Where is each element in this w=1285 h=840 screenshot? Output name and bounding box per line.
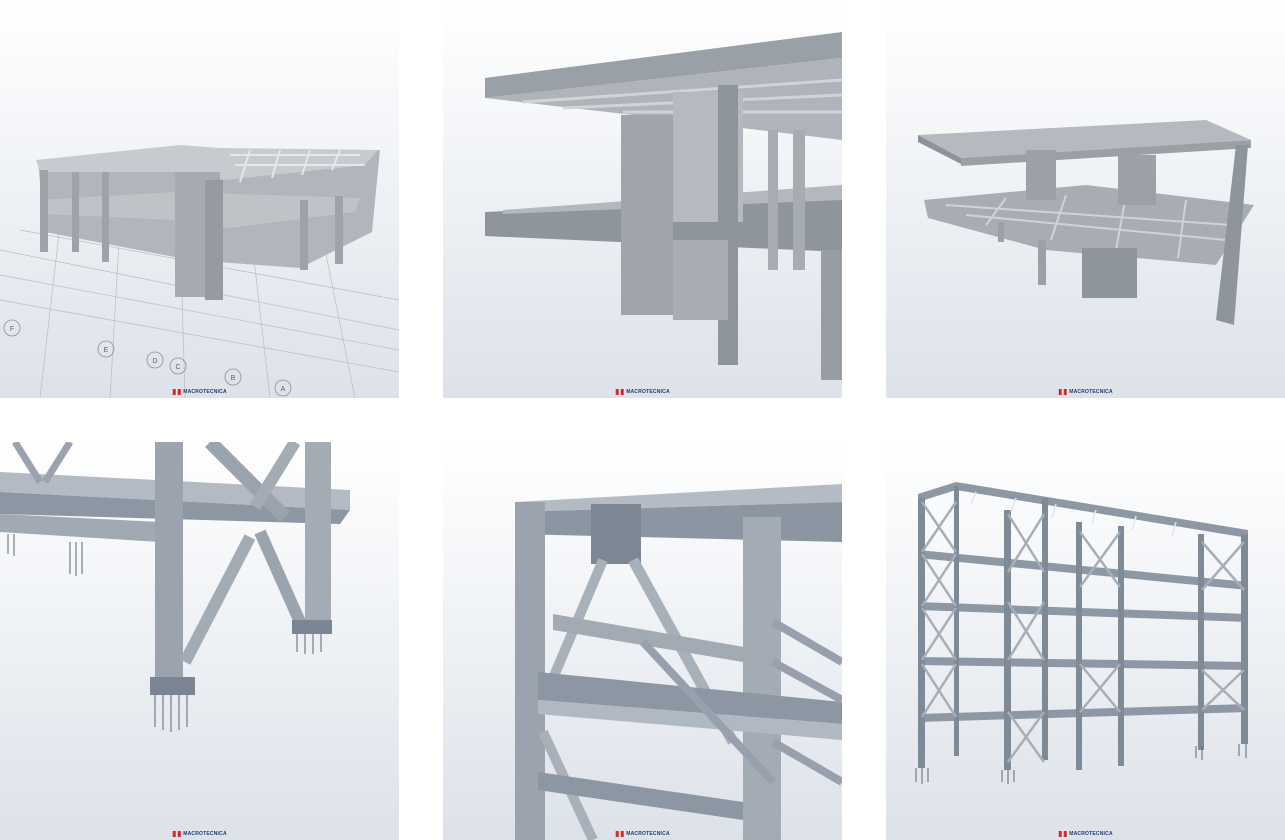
brand-logo-icon (615, 389, 624, 395)
brand-logo-icon (172, 389, 181, 395)
brand-logo-text: MACROTECNICA (626, 831, 670, 837)
render-panel-6: MACROTECNICA (886, 442, 1285, 840)
brand-logo: MACROTECNICA (615, 389, 670, 395)
concrete-slab-structure-render (918, 120, 1254, 325)
brand-logo: MACROTECNICA (172, 389, 227, 395)
brand-logo-text: MACROTECNICA (183, 389, 227, 395)
render-panel-1: F E D C B A MACROTECNICA (0, 0, 399, 398)
concrete-frame-on-plan-render: F E D C B A (0, 145, 399, 398)
concrete-slab-closeup-render (485, 32, 842, 380)
grid-label-b: B (231, 375, 236, 382)
brand-logo-icon (615, 831, 624, 837)
brand-logo-text: MACROTECNICA (626, 389, 670, 395)
render-panel-3: MACROTECNICA (886, 0, 1285, 398)
grid-label-c: C (175, 364, 180, 371)
brand-logo: MACROTECNICA (1058, 389, 1113, 395)
brand-logo-icon (1058, 831, 1067, 837)
brand-logo: MACROTECNICA (1058, 831, 1113, 837)
grid-label-a: A (281, 386, 286, 393)
render-panel-4: MACROTECNICA (0, 442, 399, 840)
grid-label-f: F (10, 326, 14, 333)
brand-logo-icon (172, 831, 181, 837)
render-panel-5: MACROTECNICA (443, 442, 842, 840)
brand-logo-icon (1058, 389, 1067, 395)
brand-logo: MACROTECNICA (172, 831, 227, 837)
brand-logo-text: MACROTECNICA (1069, 389, 1113, 395)
brand-logo: MACROTECNICA (615, 831, 670, 837)
brand-logo-text: MACROTECNICA (183, 831, 227, 837)
brand-logo-text: MACROTECNICA (1069, 831, 1113, 837)
grid-label-e: E (104, 347, 109, 354)
steel-column-bases-render (0, 442, 350, 732)
grid-label-d: D (152, 358, 157, 365)
steel-frame-closeup-render (515, 484, 842, 840)
render-panel-2: MACROTECNICA (443, 0, 842, 398)
steel-braced-frame-render (915, 482, 1248, 784)
